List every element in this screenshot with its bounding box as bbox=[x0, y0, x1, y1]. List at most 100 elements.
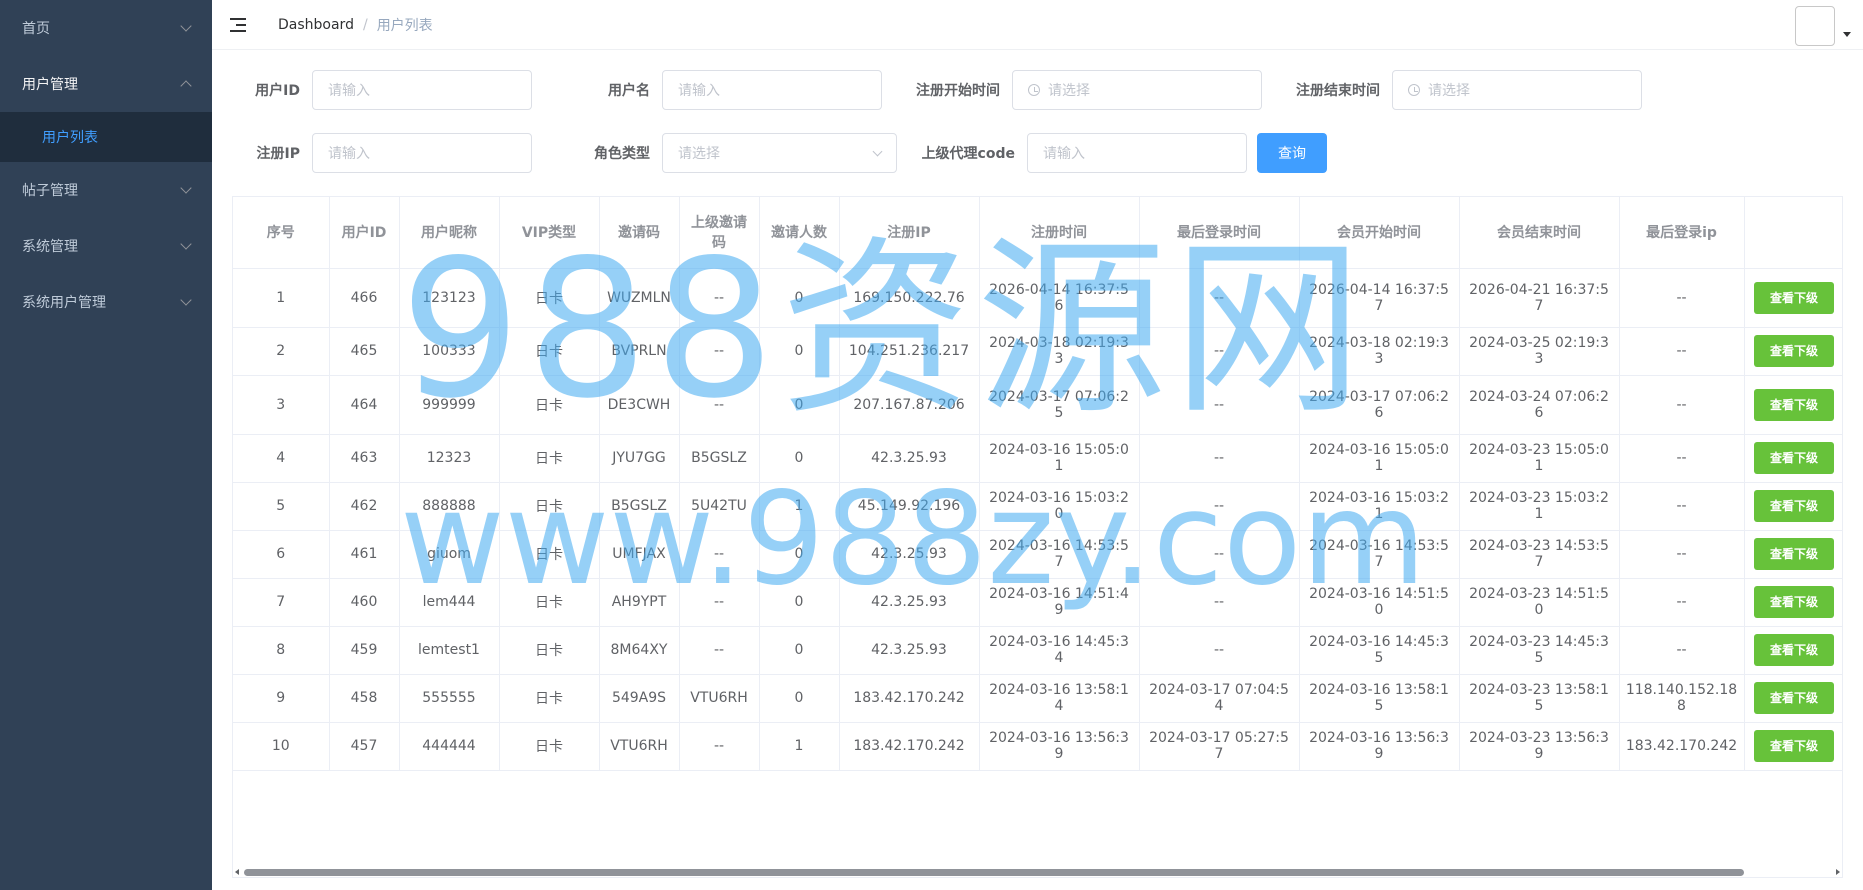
table-header: 序号 用户ID 用户昵称 VIP类型 邀请码 上级邀请码 邀请人数 注册IP 注册时间 最后登录时… bbox=[233, 197, 1842, 269]
table-cell: -- bbox=[1139, 434, 1300, 483]
table-cell: -- bbox=[1619, 434, 1745, 483]
table-cell: 2024-03-17 05:27:57 bbox=[1139, 722, 1300, 771]
breadcrumb-current: 用户列表 bbox=[376, 17, 433, 34]
table-cell: 183.42.170.242 bbox=[839, 722, 980, 771]
sidebar-item-post-management[interactable]: 帖子管理 bbox=[0, 162, 212, 218]
table-cell: 2024-03-17 07:06:26 bbox=[1299, 375, 1460, 435]
table-cell: 2024-03-23 15:03:21 bbox=[1459, 482, 1620, 531]
table-cell: B5GSLZ bbox=[599, 482, 680, 531]
sidebar-item-user-list[interactable]: 用户列表 bbox=[0, 112, 212, 162]
sidebar-item-label: 系统用户管理 bbox=[22, 295, 106, 311]
table-cell: lem444 bbox=[399, 578, 500, 627]
table-cell: -- bbox=[679, 530, 760, 579]
table-cell: 2024-03-17 07:06:25 bbox=[979, 375, 1140, 435]
table-cell: WUZMLN bbox=[599, 268, 680, 328]
query-button[interactable]: 查询 bbox=[1257, 133, 1327, 173]
view-subordinates-button[interactable]: 查看下级 bbox=[1754, 730, 1834, 762]
table-cell: BVPRLN bbox=[599, 327, 680, 376]
reg-end-picker[interactable]: 请选择 bbox=[1392, 70, 1642, 110]
table-cell: 日卡 bbox=[499, 578, 600, 627]
table-row: 6 461 giuom 日卡 UMFJAX -- 0 42.3.25.93 2024-03-16… bbox=[233, 530, 1842, 579]
view-subordinates-button[interactable]: 查看下级 bbox=[1754, 388, 1834, 421]
avatar[interactable] bbox=[1795, 6, 1835, 46]
view-subordinates-button[interactable]: 查看下级 bbox=[1754, 490, 1834, 522]
table-cell: 465 bbox=[329, 327, 400, 376]
scroll-right-icon[interactable] bbox=[1836, 869, 1840, 875]
agent-code-input[interactable]: 请输入 bbox=[1027, 133, 1247, 173]
chevron-down-icon bbox=[872, 146, 883, 156]
view-subordinates-button[interactable]: 查看下级 bbox=[1754, 682, 1834, 714]
column-header: 序号 bbox=[233, 197, 330, 269]
column-header: 最后登录ip bbox=[1619, 197, 1745, 269]
table-cell: VTU6RH bbox=[679, 674, 760, 723]
table-cell: -- bbox=[1139, 375, 1300, 435]
view-subordinates-button[interactable]: 查看下级 bbox=[1754, 634, 1834, 666]
table-cell: 6 bbox=[233, 530, 330, 579]
table-cell: 42.3.25.93 bbox=[839, 578, 980, 627]
user-id-input[interactable]: 请输入 bbox=[312, 70, 532, 110]
sidebar-item-system-management[interactable]: 系统管理 bbox=[0, 218, 212, 274]
sidebar-item-system-user-management[interactable]: 系统用户管理 bbox=[0, 274, 212, 330]
table-cell: 0 bbox=[759, 327, 840, 376]
table-cell: 183.42.170.242 bbox=[839, 674, 980, 723]
view-subordinates-button[interactable]: 查看下级 bbox=[1754, 442, 1834, 474]
column-header: VIP类型 bbox=[499, 197, 600, 269]
hamburger-icon[interactable] bbox=[230, 17, 246, 32]
table-cell: 45.149.92.196 bbox=[839, 482, 980, 531]
table-cell: 42.3.25.93 bbox=[839, 530, 980, 579]
role-select[interactable]: 请选择 bbox=[662, 133, 897, 173]
table-cell: 0 bbox=[759, 268, 840, 328]
table-cell: 2024-03-23 14:51:50 bbox=[1459, 578, 1620, 627]
breadcrumb-separator: / bbox=[362, 16, 368, 33]
table-cell: 207.167.87.206 bbox=[839, 375, 980, 435]
reg-ip-label: 注册IP bbox=[256, 146, 300, 162]
table-cell: 2024-03-16 13:58:14 bbox=[979, 674, 1140, 723]
caret-down-icon[interactable] bbox=[1843, 32, 1851, 37]
table-cell: DE3CWH bbox=[599, 375, 680, 435]
table-cell: 2024-03-23 15:05:01 bbox=[1459, 434, 1620, 483]
horizontal-scrollbar[interactable] bbox=[232, 866, 1843, 878]
view-subordinates-button[interactable]: 查看下级 bbox=[1754, 281, 1834, 314]
role-label: 角色类型 bbox=[594, 146, 650, 162]
table-cell: 2024-03-16 14:51:49 bbox=[979, 578, 1140, 627]
view-subordinates-button[interactable]: 查看下级 bbox=[1754, 538, 1834, 570]
sidebar-item-home[interactable]: 首页 bbox=[0, 0, 212, 56]
table-cell: 查看下级 bbox=[1744, 674, 1842, 723]
breadcrumb-home[interactable]: Dashboard bbox=[278, 17, 354, 33]
username-label: 用户名 bbox=[608, 83, 650, 99]
table-cell: -- bbox=[1619, 626, 1745, 675]
sidebar-item-label: 用户列表 bbox=[42, 130, 98, 146]
table-cell: -- bbox=[1619, 530, 1745, 579]
table-cell: 查看下级 bbox=[1744, 375, 1842, 435]
main-content: Dashboard / 用户列表 用户ID 请输入 用户名 请输入 注册开始时间… bbox=[212, 0, 1863, 890]
table-cell: 2024-03-16 14:53:57 bbox=[979, 530, 1140, 579]
table-cell: 0 bbox=[759, 434, 840, 483]
table-row: 2 465 100333 日卡 BVPRLN -- 0 104.251.236.217 2024… bbox=[233, 327, 1842, 376]
table-cell: -- bbox=[679, 327, 760, 376]
table-cell: -- bbox=[1139, 268, 1300, 328]
agent-code-placeholder: 请输入 bbox=[1043, 146, 1085, 162]
table-cell: 888888 bbox=[399, 482, 500, 531]
scrollbar-thumb[interactable] bbox=[244, 869, 1744, 876]
reg-start-picker[interactable]: 请选择 bbox=[1012, 70, 1262, 110]
table-cell: 0 bbox=[759, 375, 840, 435]
table-cell: 464 bbox=[329, 375, 400, 435]
view-subordinates-button[interactable]: 查看下级 bbox=[1754, 586, 1834, 618]
scroll-left-icon[interactable] bbox=[235, 869, 239, 875]
table-cell: 2024-03-17 07:04:54 bbox=[1139, 674, 1300, 723]
table-cell: 463 bbox=[329, 434, 400, 483]
column-header: 会员结束时间 bbox=[1459, 197, 1620, 269]
table-cell: 460 bbox=[329, 578, 400, 627]
table-row: 9 458 555555 日卡 549A9S VTU6RH 0 183.42.170.242 2… bbox=[233, 674, 1842, 723]
reg-ip-input[interactable]: 请输入 bbox=[312, 133, 532, 173]
table-cell: 5 bbox=[233, 482, 330, 531]
table-cell: 7 bbox=[233, 578, 330, 627]
table-cell: giuom bbox=[399, 530, 500, 579]
sidebar-item-user-management[interactable]: 用户管理 bbox=[0, 56, 212, 112]
username-input[interactable]: 请输入 bbox=[662, 70, 882, 110]
view-subordinates-button[interactable]: 查看下级 bbox=[1754, 335, 1834, 367]
chevron-up-icon bbox=[180, 80, 192, 92]
agent-code-label: 上级代理code bbox=[921, 146, 1015, 162]
table-cell: UMFJAX bbox=[599, 530, 680, 579]
table-cell: 999999 bbox=[399, 375, 500, 435]
